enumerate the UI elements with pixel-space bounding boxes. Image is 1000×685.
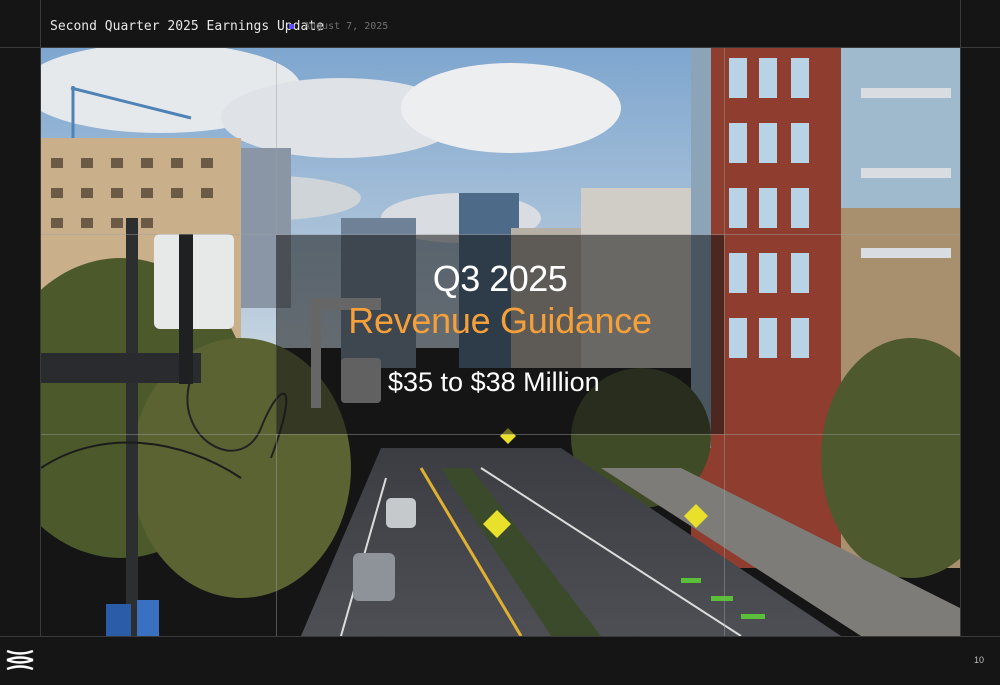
grid-line: [41, 434, 960, 435]
header-date: August 7, 2025: [304, 21, 389, 32]
slide-footer: [0, 637, 1000, 685]
guidance-title: Q3 2025: [432, 258, 568, 299]
guidance-subtitle: Revenue Guidance: [348, 300, 652, 341]
grid-line: [0, 47, 1000, 48]
header-accent-dot: [289, 24, 294, 29]
header-title: Second Quarter 2025 Earnings Update: [50, 19, 324, 34]
company-logo-icon: [6, 650, 34, 670]
grid-line: [40, 0, 41, 685]
grid-line: [724, 48, 725, 636]
page-number: 10: [974, 655, 985, 665]
slide-header: Second Quarter 2025 Earnings Update Augu…: [0, 0, 1000, 47]
guidance-value: $35 to $38 Million: [388, 367, 600, 397]
grid-line: [960, 0, 961, 685]
